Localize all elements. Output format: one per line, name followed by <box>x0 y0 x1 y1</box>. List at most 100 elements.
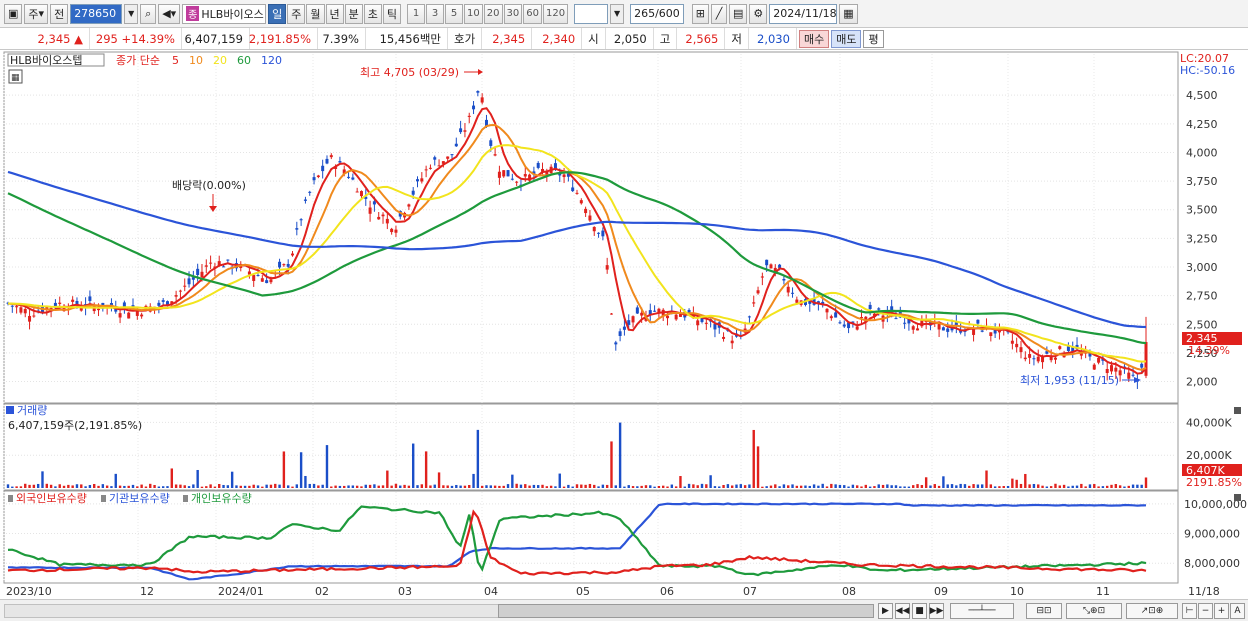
up-arrow-icon: ▲ <box>74 31 83 46</box>
volume-bar <box>705 484 708 488</box>
scroll-right-icon[interactable]: ▶ <box>878 603 893 619</box>
period-button-0[interactable]: 일 <box>268 3 287 24</box>
period-button-2[interactable]: 월 <box>306 3 325 24</box>
candle-body <box>1140 363 1144 368</box>
volume-bar <box>955 485 958 488</box>
candle-body <box>28 315 32 322</box>
volume-bar <box>877 484 880 488</box>
x-tick-label: 05 <box>576 585 590 598</box>
zoom-out-icon[interactable]: − <box>1198 603 1213 619</box>
settings-gear-icon[interactable]: ⚙ <box>749 3 768 24</box>
scroll-prev-icon[interactable]: ◀◀ <box>895 603 910 619</box>
volume-bar <box>291 486 294 488</box>
interval-button-60[interactable]: 60 <box>523 3 542 24</box>
eval-button[interactable]: 평 <box>863 29 884 48</box>
calendar-icon[interactable]: ▦ <box>839 3 858 24</box>
prev-button[interactable]: 전 <box>50 3 69 24</box>
volume-bar <box>1071 485 1074 488</box>
quote-bar: 2,345 ▲ 295 +14.39% 6,407,159 2,191.85% … <box>0 28 1248 50</box>
draw-icons[interactable]: ↗⊡⊕ <box>1126 603 1178 619</box>
chart-menu-icon[interactable]: ▣ <box>4 3 23 24</box>
zoom-in-icon[interactable]: + <box>1214 603 1229 619</box>
chart-scrollbar[interactable]: ▶ ◀◀ ■ ▶▶ ──┴── ⊟⊡ ⤡⊕⊡ ↗⊡⊕ ⊢ − + A <box>0 599 1248 621</box>
interval-button-3[interactable]: 3 <box>426 3 445 24</box>
stock-chart[interactable]: 4,500 4,250 4,000 3,750 3,500 3,250 3,000 2,750… <box>0 50 1248 599</box>
draw-tool-icon[interactable]: ╱ <box>711 3 727 24</box>
stock-code-input[interactable]: 278650 <box>70 3 123 24</box>
volume-bar <box>235 485 238 488</box>
holding-tick-label: 8,000,000 <box>1184 557 1240 570</box>
volume-bar <box>838 484 842 488</box>
volume-bar <box>873 486 876 488</box>
volume-bar <box>713 486 717 488</box>
volume-bar <box>830 483 833 488</box>
layout-icons[interactable]: ⊟⊡ <box>1026 603 1062 619</box>
interval-button-20[interactable]: 20 <box>483 3 503 24</box>
interval-custom-input[interactable] <box>574 3 609 24</box>
high-price: 2,565 <box>677 28 726 49</box>
candle-body <box>515 181 519 183</box>
volume-bar <box>480 485 484 488</box>
period-button-5[interactable]: 초 <box>363 3 382 24</box>
volume-bar <box>920 485 924 488</box>
volume-bar <box>593 484 596 488</box>
volume-bar <box>183 485 186 488</box>
volume-panel-close-icon[interactable] <box>1234 407 1241 414</box>
search-icon[interactable]: ⌕ <box>140 3 157 24</box>
period-button-6[interactable]: 틱 <box>382 3 402 24</box>
candle-body <box>140 314 144 317</box>
save-icon[interactable]: ▤ <box>729 3 748 24</box>
candle-body <box>226 259 230 261</box>
volume-bar <box>1080 483 1083 488</box>
fit-icon[interactable]: ⊢ <box>1182 603 1197 619</box>
interval-button-5[interactable]: 5 <box>445 3 464 24</box>
interval-button-10[interactable]: 10 <box>464 3 483 24</box>
scroll-next-icon[interactable]: ▶▶ <box>929 603 944 619</box>
volume-bar <box>269 484 273 488</box>
auto-icon[interactable]: A <box>1230 603 1245 619</box>
volume-bar <box>67 484 70 488</box>
candle-body <box>23 309 27 314</box>
candle-type-icon[interactable]: ⊞ <box>691 3 709 24</box>
scroll-thumb[interactable] <box>498 604 874 618</box>
market-type-select[interactable]: 주 ▾ <box>24 3 49 24</box>
zoom-slider[interactable]: ──┴── <box>950 603 1014 619</box>
volume-bar <box>1011 478 1014 488</box>
interval-button-30[interactable]: 30 <box>503 3 523 24</box>
volume-bar <box>782 484 786 488</box>
period-button-4[interactable]: 분 <box>344 3 363 24</box>
price-change: 295 +14.39% <box>90 28 182 49</box>
sound-icon[interactable]: ◀▾ <box>158 3 181 24</box>
volume-bar <box>136 486 139 488</box>
code-dropdown-icon[interactable]: ▼ <box>124 3 139 24</box>
candle-body <box>618 331 622 336</box>
stock-name-field[interactable]: 종 HLB바이오스 <box>182 3 267 24</box>
stop-icon[interactable]: ■ <box>912 603 927 619</box>
candle-body <box>10 305 14 307</box>
candle-body <box>1110 365 1114 372</box>
interval-button-1[interactable]: 1 <box>407 3 426 24</box>
date-input[interactable]: 2024/11/18 <box>769 3 838 24</box>
volume-bar <box>317 485 320 488</box>
volume-tick-label: 20,000K <box>1186 449 1232 462</box>
interval-dropdown-icon[interactable]: ▼ <box>610 3 625 24</box>
period-button-3[interactable]: 년 <box>325 3 344 24</box>
candle-body <box>118 313 122 318</box>
volume-bar <box>791 484 794 488</box>
candle-body <box>571 187 575 192</box>
sell-button[interactable]: 매도 <box>831 29 862 48</box>
period-button-1[interactable]: 주 <box>287 3 306 24</box>
interval-button-120[interactable]: 120 <box>542 3 569 24</box>
data-count-field[interactable]: 265/600 <box>630 3 684 24</box>
volume-bar <box>683 486 686 488</box>
volume-bar <box>24 483 27 488</box>
buy-button[interactable]: 매수 <box>798 29 830 48</box>
tool-icons[interactable]: ⤡⊕⊡ <box>1066 603 1122 619</box>
candle-body <box>916 328 920 331</box>
candle-body <box>575 192 579 194</box>
volume-bar <box>916 484 919 488</box>
holding-panel-close-icon[interactable] <box>1234 494 1241 501</box>
volume-bar <box>88 484 92 488</box>
price-tick-label: 3,750 <box>1186 175 1218 188</box>
volume-bar <box>795 485 799 488</box>
